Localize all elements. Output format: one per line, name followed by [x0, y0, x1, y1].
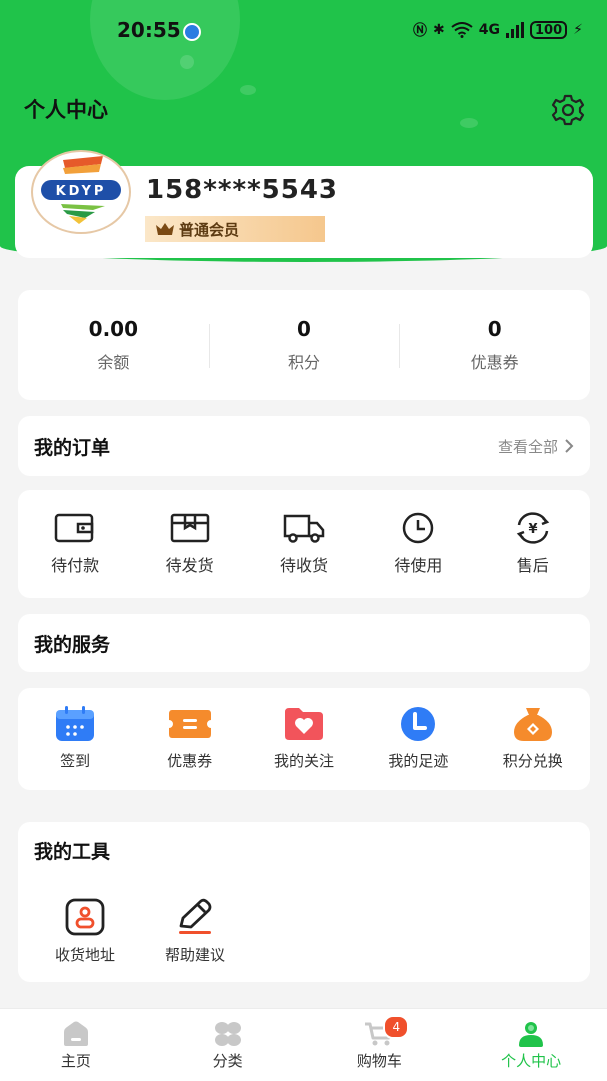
order-after-sales[interactable]: ¥ 售后 — [478, 512, 588, 576]
grid-label: 收货地址 — [54, 946, 115, 964]
order-pending-payment[interactable]: 待付款 — [20, 512, 130, 576]
refund-icon: ¥ — [516, 512, 549, 544]
services-title: 我的服务 — [34, 633, 111, 656]
tools-card: 我的工具 收货地址 帮助建议 — [18, 822, 590, 982]
stat-points[interactable]: 0 积分 — [208, 290, 400, 400]
stats-card: 0.00 余额 0 积分 0 优惠券 — [18, 290, 590, 400]
tab-home[interactable]: 主页 — [0, 1009, 152, 1081]
services-grid: 签到 优惠券 我的关注 我的足迹 积分兑换 — [18, 688, 590, 790]
orders-header: 我的订单 查看全部 — [18, 416, 590, 476]
tab-label: 购物车 — [356, 1052, 402, 1070]
order-pending-use[interactable]: 待使用 — [363, 512, 473, 576]
signal-icon — [506, 22, 525, 38]
service-favorites[interactable]: 我的关注 — [249, 706, 359, 771]
tools-title: 我的工具 — [34, 840, 111, 863]
member-badge: 普通会员 — [145, 216, 325, 242]
grid-label: 待付款 — [51, 556, 100, 575]
money-bag-icon — [513, 708, 552, 741]
stat-label: 优惠券 — [470, 353, 519, 372]
calendar-icon — [56, 706, 95, 741]
svg-text:¥: ¥ — [528, 522, 537, 537]
service-points-exchange[interactable]: 积分兑换 — [478, 706, 588, 771]
settings-gear-icon[interactable] — [551, 93, 585, 127]
grid-label: 积分兑换 — [502, 752, 563, 770]
wifi-icon — [451, 22, 473, 38]
grid-label: 我的关注 — [273, 752, 334, 770]
tab-label: 个人中心 — [501, 1052, 562, 1070]
coupon-icon — [168, 710, 211, 738]
tab-label: 主页 — [60, 1052, 91, 1070]
address-icon — [65, 898, 105, 936]
stat-value: 0 — [297, 317, 311, 341]
home-icon — [63, 1021, 88, 1046]
phone-number: 158****5543 — [146, 175, 339, 205]
grid-label: 待收货 — [279, 556, 328, 575]
view-all-orders-link[interactable]: 查看全部 — [498, 436, 574, 457]
tab-profile[interactable]: 个人中心 — [455, 1009, 607, 1081]
stat-label: 积分 — [288, 353, 321, 372]
service-coupons[interactable]: 优惠券 — [135, 706, 245, 771]
profile-card[interactable]: KDYP 158****5543 普通会员 — [15, 150, 593, 258]
view-all-label: 查看全部 — [497, 437, 558, 456]
services-header: 我的服务 — [18, 614, 590, 672]
orders-title: 我的订单 — [34, 436, 111, 459]
page-title: 个人中心 — [24, 98, 108, 122]
charging-icon: ⚡ — [573, 22, 583, 38]
app-notification-icon — [183, 23, 201, 41]
truck-icon — [283, 514, 325, 543]
bluetooth-icon: ✱ — [433, 22, 445, 38]
tab-category[interactable]: 分类 — [152, 1009, 304, 1081]
member-level: 普通会员 — [179, 220, 240, 239]
tab-label: 分类 — [212, 1052, 243, 1070]
avatar[interactable]: KDYP — [31, 150, 131, 234]
user-icon — [519, 1022, 544, 1047]
package-icon — [170, 513, 209, 543]
tool-feedback[interactable]: 帮助建议 — [140, 898, 250, 965]
tool-address[interactable]: 收货地址 — [30, 898, 140, 965]
grid-label: 售后 — [516, 556, 549, 575]
order-pending-shipment[interactable]: 待发货 — [135, 512, 245, 576]
service-checkin[interactable]: 签到 — [20, 706, 130, 771]
network-type: 4G — [478, 22, 501, 38]
stat-coupons[interactable]: 0 优惠券 — [399, 290, 590, 400]
pen-icon — [179, 898, 212, 934]
stat-label: 余额 — [97, 353, 130, 372]
stat-value: 0.00 — [88, 317, 139, 341]
chevron-right-icon — [565, 439, 574, 453]
clock-icon — [403, 512, 434, 544]
orders-grid: 待付款 待发货 待收货 待使用 ¥ 售后 — [18, 490, 590, 598]
nfc-icon: Ⓝ — [413, 23, 428, 39]
battery-level: 100 — [530, 21, 568, 39]
heart-folder-icon — [284, 708, 323, 740]
order-pending-receipt[interactable]: 待收货 — [249, 512, 359, 576]
status-bar: 20:55 Ⓝ ✱ 4G 100 ⚡ — [0, 14, 607, 50]
bottom-tab-bar: 主页 分类 4 购物车 个人中心 — [0, 1008, 607, 1081]
grid-label: 优惠券 — [167, 752, 213, 770]
status-icons: Ⓝ ✱ 4G 100 ⚡ — [413, 20, 583, 40]
footprint-clock-icon — [401, 707, 436, 741]
stat-value: 0 — [487, 317, 502, 341]
grid-label: 帮助建议 — [164, 946, 225, 964]
grid-label: 待使用 — [394, 556, 443, 575]
status-time: 20:55 — [117, 18, 181, 42]
grid-label: 待发货 — [165, 556, 214, 575]
logo-text: KDYP — [56, 184, 107, 199]
tab-cart[interactable]: 4 购物车 — [304, 1009, 456, 1081]
grid-label: 我的足迹 — [388, 752, 449, 770]
service-history[interactable]: 我的足迹 — [363, 706, 473, 771]
stat-balance[interactable]: 0.00 余额 — [18, 290, 209, 400]
cart-badge: 4 — [383, 1015, 410, 1039]
category-icon — [214, 1022, 241, 1046]
grid-label: 签到 — [60, 752, 91, 770]
wallet-icon — [54, 513, 94, 543]
crown-icon — [156, 223, 174, 235]
